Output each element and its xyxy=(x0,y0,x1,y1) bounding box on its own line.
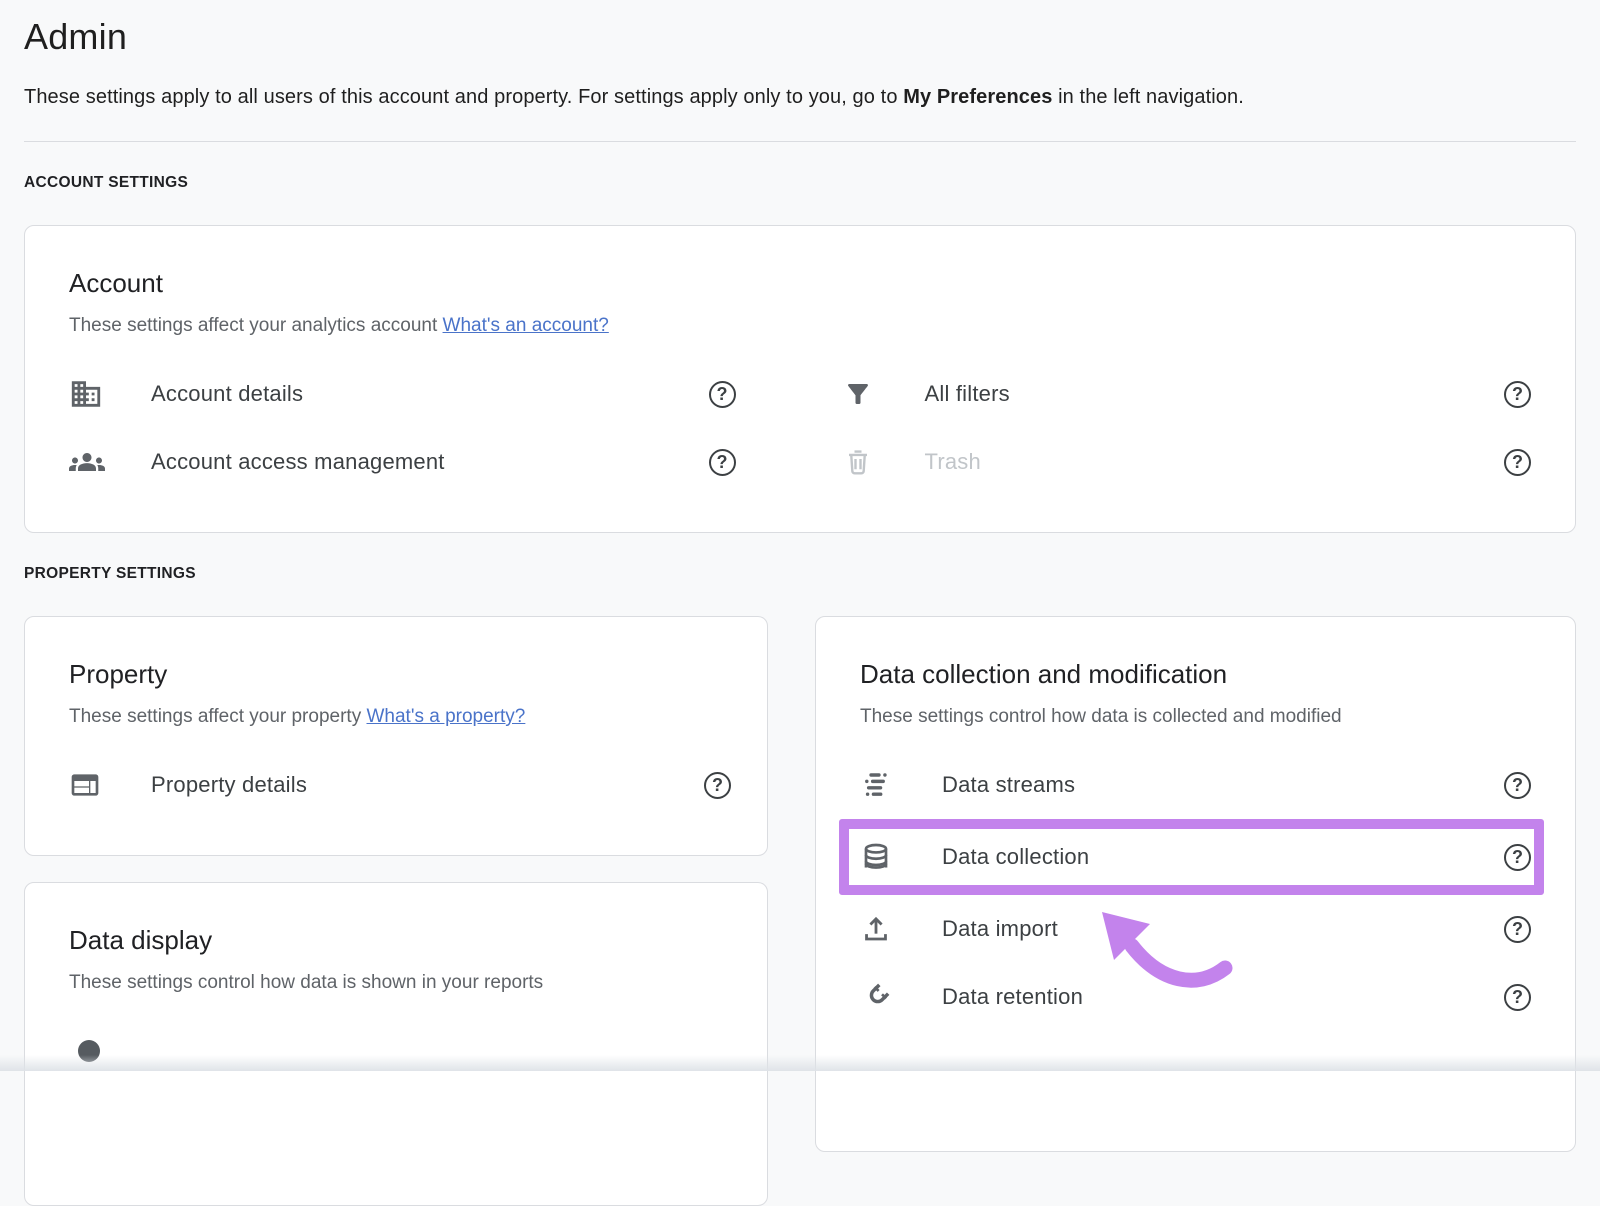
data-collection-card-description: These settings control how data is colle… xyxy=(860,705,1531,729)
whats-a-property-link[interactable]: What's a property? xyxy=(366,706,525,727)
account-card: Account These settings affect your analy… xyxy=(24,225,1576,533)
row-account-details[interactable]: Account details ? xyxy=(69,360,758,428)
help-icon[interactable]: ? xyxy=(1504,449,1531,476)
row-label: Trash xyxy=(925,449,981,475)
data-streams-icon xyxy=(860,769,900,801)
page-subtitle: These settings apply to all users of thi… xyxy=(24,86,1576,109)
page-title: Admin xyxy=(24,16,1576,58)
data-collection-highlight-box: Data collection ? xyxy=(839,819,1544,895)
row-label: All filters xyxy=(925,381,1010,407)
data-display-card: Data display These settings control how … xyxy=(24,882,768,1206)
row-all-filters[interactable]: All filters ? xyxy=(843,360,1532,428)
web-layout-icon xyxy=(69,769,109,801)
account-card-title: Account xyxy=(69,266,1531,300)
data-collection-card-title: Data collection and modification xyxy=(860,657,1531,691)
help-icon[interactable]: ? xyxy=(1504,844,1531,871)
data-display-card-description: These settings control how data is shown… xyxy=(69,971,731,995)
magnet-icon xyxy=(860,981,900,1013)
data-display-card-title: Data display xyxy=(69,923,731,957)
subtitle-bold-my-preferences: My Preferences xyxy=(903,86,1052,108)
help-icon[interactable]: ? xyxy=(1504,381,1531,408)
row-label: Property details xyxy=(151,772,307,798)
section-label-account-settings: ACCOUNT SETTINGS xyxy=(24,174,1576,192)
account-card-rows: Account details ? All filters ? xyxy=(69,360,1531,496)
help-icon[interactable]: ? xyxy=(709,381,736,408)
row-data-import[interactable]: Data import ? xyxy=(860,895,1531,963)
section-label-property-settings: PROPERTY SETTINGS xyxy=(24,565,1576,583)
admin-page: Admin These settings apply to all users … xyxy=(0,16,1600,1206)
property-card-title: Property xyxy=(69,657,731,691)
help-icon[interactable]: ? xyxy=(1504,984,1531,1011)
property-card: Property These settings affect your prop… xyxy=(24,616,768,856)
row-data-retention[interactable]: Data retention ? xyxy=(860,963,1531,1031)
account-card-description: These settings affect your analytics acc… xyxy=(69,314,1531,338)
help-icon[interactable]: ? xyxy=(1504,916,1531,943)
row-data-collection[interactable]: Data collection ? xyxy=(860,829,1531,885)
data-collection-card: Data collection and modification These s… xyxy=(815,616,1576,1152)
row-account-access-management[interactable]: Account access management ? xyxy=(69,428,758,496)
building-icon xyxy=(69,377,109,411)
property-column-right: Data collection and modification These s… xyxy=(815,616,1576,1152)
property-card-description: These settings affect your property What… xyxy=(69,705,731,729)
row-property-details[interactable]: Property details ? xyxy=(69,751,731,819)
row-label: Data collection xyxy=(942,844,1089,870)
upload-icon xyxy=(860,913,900,945)
subtitle-text: These settings apply to all users of thi… xyxy=(24,86,903,108)
database-icon xyxy=(860,841,900,873)
row-data-streams[interactable]: Data streams ? xyxy=(860,751,1531,819)
row-label: Data streams xyxy=(942,772,1075,798)
row-label: Data retention xyxy=(942,984,1083,1010)
row-trash: Trash ? xyxy=(843,428,1532,496)
trash-icon xyxy=(843,447,883,477)
row-label: Data import xyxy=(942,916,1058,942)
header-divider xyxy=(24,141,1576,142)
whats-an-account-link[interactable]: What's an account? xyxy=(443,315,609,336)
row-label: Account access management xyxy=(151,449,445,475)
subtitle-text-after: in the left navigation. xyxy=(1052,86,1243,108)
groups-icon xyxy=(69,444,109,480)
row-partially-visible xyxy=(69,1017,731,1085)
help-icon[interactable]: ? xyxy=(709,449,736,476)
filter-icon xyxy=(843,379,883,409)
help-icon[interactable]: ? xyxy=(1504,772,1531,799)
help-icon[interactable]: ? xyxy=(704,772,731,799)
property-column-left: Property These settings affect your prop… xyxy=(24,616,768,1206)
chart-icon xyxy=(78,1040,100,1062)
row-label: Account details xyxy=(151,381,303,407)
